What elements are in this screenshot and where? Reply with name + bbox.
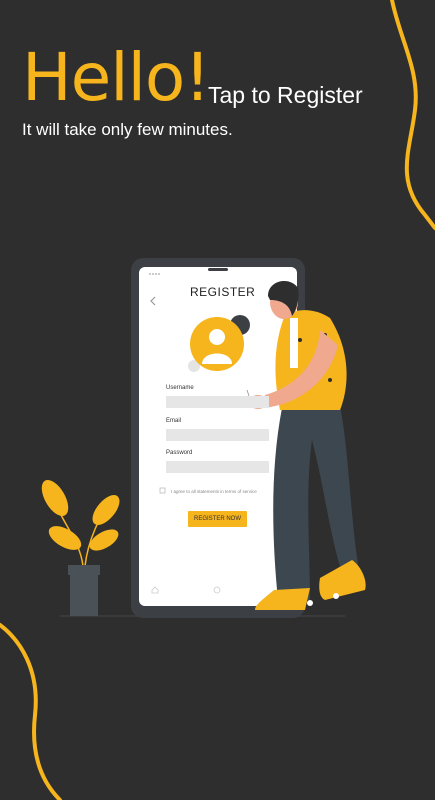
- email-label: Email: [166, 418, 182, 424]
- username-field[interactable]: [166, 396, 269, 408]
- register-title: REGISTER: [190, 285, 256, 299]
- username-label: Username: [166, 385, 194, 391]
- password-label: Password: [166, 450, 193, 456]
- plant: [41, 479, 120, 616]
- agree-terms-text: I agree to all statements in terms of se…: [171, 489, 257, 494]
- email-field[interactable]: [166, 429, 269, 441]
- password-field[interactable]: [166, 461, 269, 473]
- register-now-button[interactable]: REGISTER NOW: [188, 511, 247, 527]
